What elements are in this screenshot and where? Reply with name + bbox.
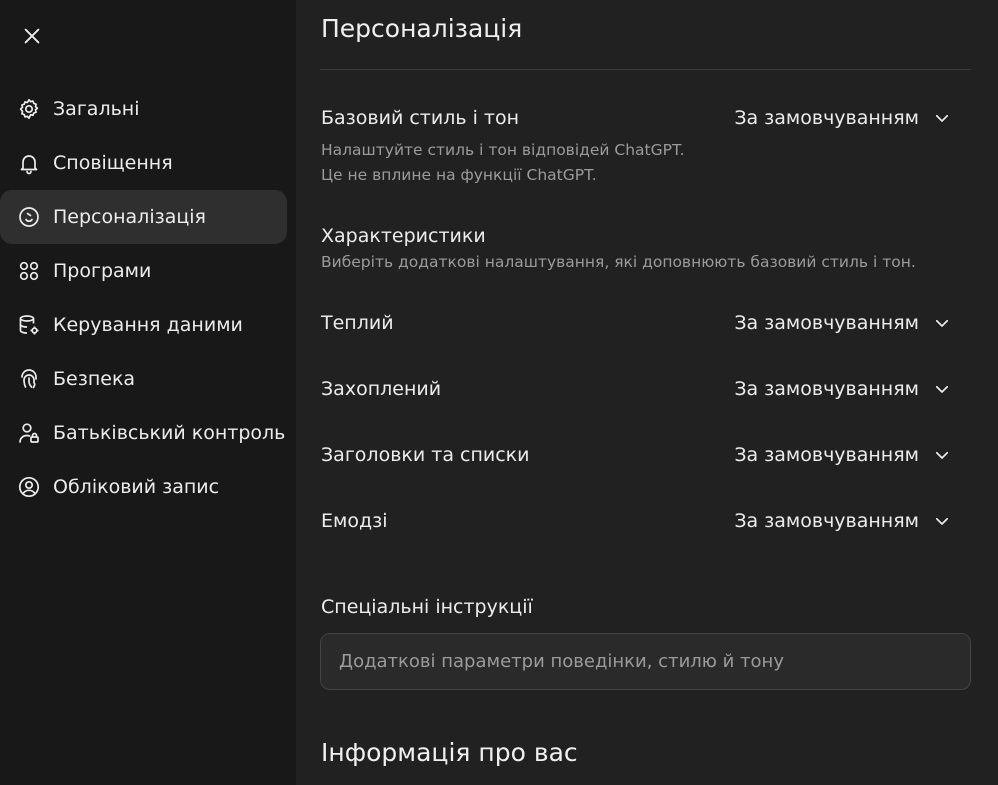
characteristic-label: Теплий xyxy=(321,312,394,334)
custom-instructions-label: Спеціальні інструкції xyxy=(321,596,533,618)
chevron-down-icon xyxy=(933,512,951,530)
characteristics-description: Виберіть додаткові налаштування, які доп… xyxy=(321,253,916,271)
sidebar-item-label: Персоналізація xyxy=(53,206,206,228)
sidebar-item-label: Безпека xyxy=(53,368,136,390)
characteristic-row-headers-lists: Заголовки та списки За замовчуванням xyxy=(321,444,951,466)
settings-window: Загальні Сповіщення Персоналізація Прогр… xyxy=(0,0,998,785)
chevron-down-icon xyxy=(933,314,951,332)
gear-icon xyxy=(16,96,42,122)
sidebar-item-account[interactable]: Обліковий запис xyxy=(0,460,287,514)
headers-lists-dropdown[interactable]: За замовчуванням xyxy=(734,444,951,466)
apps-icon xyxy=(16,258,42,284)
sidebar-item-label: Сповіщення xyxy=(53,152,173,174)
settings-sidebar: Загальні Сповіщення Персоналізація Прогр… xyxy=(0,0,296,785)
custom-instructions-input[interactable] xyxy=(320,633,971,690)
characteristic-row-warm: Теплий За замовчуванням xyxy=(321,312,951,334)
characteristic-label: Заголовки та списки xyxy=(321,444,530,466)
base-style-desc-line: Це не вплине на функції ChatGPT. xyxy=(321,166,597,184)
sidebar-item-personalization[interactable]: Персоналізація xyxy=(0,190,287,244)
close-icon xyxy=(24,28,40,44)
sidebar-item-notifications[interactable]: Сповіщення xyxy=(0,136,287,190)
close-button[interactable] xyxy=(14,18,50,54)
characteristic-value: За замовчуванням xyxy=(734,510,919,532)
sidebar-item-label: Обліковий запис xyxy=(53,476,220,498)
chevron-down-icon xyxy=(933,109,951,127)
about-you-heading: Інформація про вас xyxy=(321,738,578,767)
characteristic-value: За замовчуванням xyxy=(734,444,919,466)
chevron-down-icon xyxy=(933,380,951,398)
sidebar-item-apps[interactable]: Програми xyxy=(0,244,287,298)
characteristic-value: За замовчуванням xyxy=(734,378,919,400)
user-circle-icon xyxy=(16,474,42,500)
page-title: Персоналізація xyxy=(321,14,523,43)
base-style-label: Базовий стиль і тон xyxy=(321,107,520,129)
fingerprint-icon xyxy=(16,366,42,392)
base-style-description: Налаштуйте стиль і тон відповідей ChatGP… xyxy=(321,138,685,188)
characteristic-label: Захоплений xyxy=(321,378,442,400)
emoji-dropdown[interactable]: За замовчуванням xyxy=(734,510,951,532)
sidebar-item-label: Програми xyxy=(53,260,152,282)
sidebar-item-label: Батьківський контроль xyxy=(53,422,286,444)
base-style-row: Базовий стиль і тон За замовчуванням xyxy=(321,107,951,129)
base-style-value: За замовчуванням xyxy=(734,107,919,129)
parental-control-icon xyxy=(16,420,42,446)
sidebar-item-data-controls[interactable]: Керування даними xyxy=(0,298,287,352)
characteristic-label: Емодзі xyxy=(321,510,388,532)
characteristic-value: За замовчуванням xyxy=(734,312,919,334)
characteristics-heading: Характеристики xyxy=(321,225,486,247)
characteristic-row-enthusiastic: Захоплений За замовчуванням xyxy=(321,378,951,400)
title-divider xyxy=(320,69,971,70)
personalization-panel: Персоналізація Базовий стиль і тон За за… xyxy=(296,0,998,785)
bell-icon xyxy=(16,150,42,176)
settings-nav: Загальні Сповіщення Персоналізація Прогр… xyxy=(0,82,296,514)
sidebar-item-parental-controls[interactable]: Батьківський контроль xyxy=(0,406,287,460)
warm-dropdown[interactable]: За замовчуванням xyxy=(734,312,951,334)
enthusiastic-dropdown[interactable]: За замовчуванням xyxy=(734,378,951,400)
chevron-down-icon xyxy=(933,446,951,464)
characteristic-row-emoji: Емодзі За замовчуванням xyxy=(321,510,951,532)
base-style-desc-line: Налаштуйте стиль і тон відповідей ChatGP… xyxy=(321,141,685,159)
sidebar-item-label: Загальні xyxy=(53,98,140,120)
sidebar-item-security[interactable]: Безпека xyxy=(0,352,287,406)
database-icon xyxy=(16,312,42,338)
sidebar-item-general[interactable]: Загальні xyxy=(0,82,287,136)
base-style-dropdown[interactable]: За замовчуванням xyxy=(734,107,951,129)
personalization-icon xyxy=(16,204,42,230)
sidebar-item-label: Керування даними xyxy=(53,314,243,336)
